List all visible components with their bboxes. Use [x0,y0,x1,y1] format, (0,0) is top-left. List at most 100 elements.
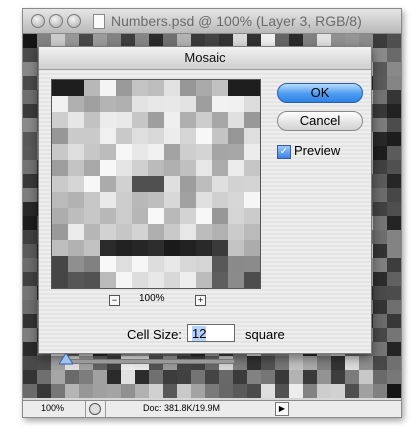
preview-mosaic-cell [84,176,100,192]
preview-mosaic-cell [212,208,228,224]
preview-mosaic-cell [180,112,196,128]
cancel-button[interactable]: Cancel [277,111,363,131]
preview-mosaic-cell [68,208,84,224]
mosaic-cell [387,118,401,132]
preview-mosaic-cell [100,144,116,160]
cell-size-value: 12 [192,326,207,341]
mosaic-cell [79,370,93,384]
filter-preview[interactable] [51,79,261,289]
preview-mosaic-cell [116,144,132,160]
mosaic-cell [373,300,387,314]
mosaic-cell [289,370,303,384]
minus-icon[interactable]: − [109,295,120,306]
minimize-window-button[interactable] [49,14,63,28]
preview-mosaic-cell [244,96,260,112]
status-zoom[interactable]: 100% [41,403,64,413]
preview-mosaic-cell [116,80,132,96]
preview-mosaic-cell [228,144,244,160]
preview-mosaic-cell [164,256,180,272]
preview-mosaic-cell [148,128,164,144]
preview-mosaic-cell [212,240,228,256]
preview-mosaic-cell [180,192,196,208]
preview-mosaic-cell [212,128,228,144]
preview-mosaic-cell [116,112,132,128]
preview-mosaic-cell [52,256,68,272]
mosaic-cell [177,370,191,384]
mosaic-cell [331,384,345,398]
preview-mosaic-cell [148,112,164,128]
mosaic-cell [373,216,387,230]
preview-mosaic-cell [68,160,84,176]
preview-mosaic-cell [164,112,180,128]
mosaic-cell [289,356,303,370]
mosaic-cell [373,356,387,370]
mosaic-cell [387,146,401,160]
mosaic-cell [373,174,387,188]
preview-mosaic-cell [132,272,148,288]
preview-mosaic-cell [132,80,148,96]
preview-mosaic-cell [196,176,212,192]
triangle-right-icon[interactable]: ▶ [275,402,289,416]
preview-mosaic-cell [100,208,116,224]
cell-size-slider-track[interactable] [63,359,235,364]
preview-mosaic-cell [164,272,180,288]
preview-mosaic-cell [244,112,260,128]
preview-mosaic-cell [180,144,196,160]
mosaic-cell [23,76,37,90]
window-titlebar[interactable]: Numbers.psd @ 100% (Layer 3, RGB/8) [23,9,401,34]
mosaic-cell [135,370,149,384]
preview-mosaic-cell [116,176,132,192]
mosaic-cell [23,118,37,132]
ok-button[interactable]: OK [277,83,363,103]
preview-mosaic-cell [148,256,164,272]
mosaic-cell [373,244,387,258]
plus-icon[interactable]: + [195,295,206,306]
preview-mosaic-cell [228,224,244,240]
mosaic-cell [303,370,317,384]
preview-checkbox[interactable]: ✓ [277,145,291,159]
preview-label[interactable]: Preview [294,143,340,158]
preview-mosaic-cell [180,224,196,240]
mosaic-cell [233,356,247,370]
mosaic-cell [191,384,205,398]
mosaic-cell [23,356,37,370]
preview-mosaic-cell [100,112,116,128]
preview-mosaic-cell [68,128,84,144]
preview-mosaic-cell [68,96,84,112]
mosaic-cell [219,384,233,398]
mosaic-cell [23,370,37,384]
mosaic-cell [373,230,387,244]
preview-mosaic-cell [148,96,164,112]
preview-mosaic-cell [100,96,116,112]
cell-size-unit: square [245,327,285,342]
close-window-button[interactable] [31,14,45,28]
mosaic-cell [149,384,163,398]
preview-mosaic-cell [228,80,244,96]
preview-mosaic-cell [244,256,260,272]
status-info-icon[interactable] [89,403,101,415]
preview-mosaic-cell [148,176,164,192]
preview-mosaic-cell [132,256,148,272]
triangle-thumb-icon[interactable] [59,353,73,365]
preview-mosaic-cell [244,208,260,224]
cell-size-input[interactable]: 12 [187,324,235,342]
mosaic-cell [275,370,289,384]
preview-zoom-level: 100% [139,293,165,304]
mosaic-cell [261,384,275,398]
zoom-window-button[interactable] [67,14,81,28]
mosaic-cell [93,370,107,384]
preview-mosaic-cell [52,192,68,208]
mosaic-cell [205,370,219,384]
preview-mosaic-cell [84,256,100,272]
preview-mosaic-cell [164,144,180,160]
mosaic-cell [219,370,233,384]
preview-mosaic-cell [196,160,212,176]
mosaic-cell [387,314,401,328]
preview-mosaic-cell [180,80,196,96]
preview-mosaic-cell [148,208,164,224]
mosaic-cell [23,174,37,188]
preview-mosaic-cell [100,256,116,272]
mosaic-dialog: Mosaic − 100% + OK Cancel ✓ Preview Cell… [38,46,372,365]
preview-mosaic-cell [132,224,148,240]
preview-mosaic-cell [68,176,84,192]
